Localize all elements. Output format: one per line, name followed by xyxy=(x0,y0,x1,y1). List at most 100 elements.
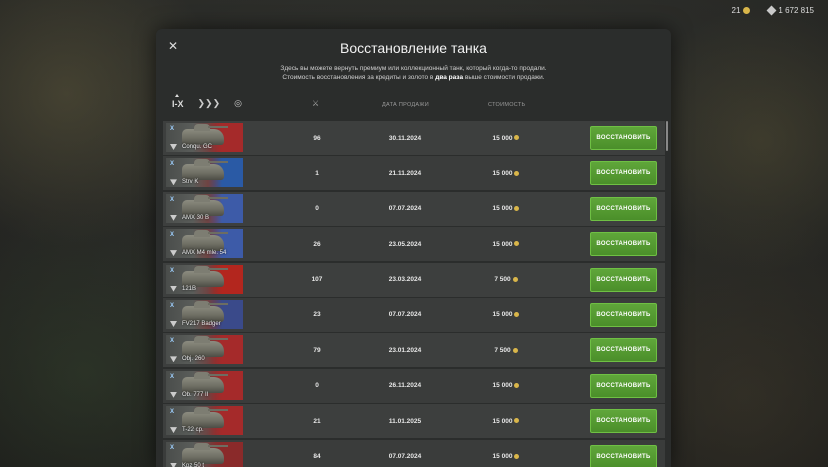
tier-label: X xyxy=(170,161,175,168)
tank-row: X Ob. 777 II 0 26.11.2024 15 000 ВОССТАН… xyxy=(163,368,665,403)
sale-date: 23.03.2024 xyxy=(388,276,422,284)
tank-row: X Conqu. GC 96 30.11.2024 15 000 ВОССТАН… xyxy=(163,121,665,155)
tank-icon xyxy=(182,265,228,287)
filter-bar: I-X ❯❯❯ ◎ xyxy=(172,93,242,109)
tier-label: X xyxy=(170,409,175,416)
tank-thumbnail: X Strv K xyxy=(166,158,243,188)
gold-amount: 21 xyxy=(731,6,741,15)
tank-row: X AMX M4 mle. 54 26 23.05.2024 15 000 ВО… xyxy=(163,227,665,262)
dialog-description: Здесь вы можете вернуть премиум или колл… xyxy=(156,64,671,82)
restore-button[interactable]: ВОССТАНОВИТЬ xyxy=(590,444,657,467)
sale-date: 23.05.2024 xyxy=(388,240,422,248)
credits-balance: 1 672 815 xyxy=(766,5,814,16)
sale-date: 23.01.2024 xyxy=(388,346,422,354)
sale-date: 11.01.2025 xyxy=(388,417,422,425)
restore-cost: 15 000 xyxy=(481,453,531,460)
tank-thumbnail: X Ob. 777 II xyxy=(166,370,243,400)
credits-amount: 1 672 815 xyxy=(778,6,814,15)
tank-row: X AMX 30 B 0 07.07.2024 15 000 ВОССТАНОВ… xyxy=(163,191,665,226)
tank-class-icon xyxy=(170,320,177,327)
restore-cost: 15 000 xyxy=(481,382,531,389)
credits-coin-icon xyxy=(514,135,520,141)
battles-count: 0 xyxy=(315,205,319,213)
column-date[interactable]: ДАТА ПРОДАЖИ xyxy=(382,102,429,108)
tank-thumbnail: X Conqu. GC xyxy=(166,123,243,152)
tier-label: X xyxy=(170,444,175,451)
tank-thumbnail: X AMX 30 B xyxy=(166,193,243,223)
restore-cost: 7 500 xyxy=(481,347,531,354)
tier-label: X xyxy=(170,196,175,203)
tier-label: X xyxy=(170,302,175,309)
tank-class-icon xyxy=(170,144,177,150)
tier-label: X xyxy=(170,338,175,345)
credits-coin-icon xyxy=(514,418,520,424)
credits-coin-icon xyxy=(514,383,520,389)
tank-name: AMX M4 mle. 54 xyxy=(182,250,227,257)
restore-cost: 15 000 xyxy=(481,135,531,142)
restore-tank-dialog: ✕ Восстановление танка Здесь вы можете в… xyxy=(156,29,671,467)
credits-coin-icon xyxy=(514,453,520,459)
column-cost[interactable]: СТОИМОСТЬ xyxy=(488,102,525,108)
battles-count: 0 xyxy=(315,382,319,390)
sale-date: 07.07.2024 xyxy=(388,453,422,461)
gold-icon xyxy=(743,7,751,14)
tier-label: X xyxy=(170,232,175,239)
tank-name: Conqu. GC xyxy=(182,144,213,150)
tank-name: Strv K xyxy=(182,179,199,186)
tank-list: X Conqu. GC 96 30.11.2024 15 000 ВОССТАН… xyxy=(163,121,665,467)
tank-thumbnail: X 121B xyxy=(166,264,243,294)
tank-thumbnail: X Obj. 260 xyxy=(166,335,243,365)
tank-name: T-22 ср. xyxy=(182,427,204,434)
tank-row: X Strv K 1 21.11.2024 15 000 ВОССТАНОВИТ… xyxy=(163,156,665,191)
tank-thumbnail: X Kpz 50 t xyxy=(166,441,243,467)
restore-cost: 15 000 xyxy=(481,205,531,212)
tank-icon xyxy=(182,194,228,216)
tank-icon xyxy=(182,230,228,252)
tank-row: X T-22 ср. 21 11.01.2025 15 000 ВОССТАНО… xyxy=(163,404,665,439)
sale-date: 30.11.2024 xyxy=(388,134,422,142)
credits-coin-icon xyxy=(514,312,520,318)
tank-icon xyxy=(182,159,228,181)
filter-class-icon[interactable]: ❯❯❯ xyxy=(198,98,221,109)
tank-icon xyxy=(182,124,228,145)
battles-count: 1 xyxy=(315,169,319,177)
restore-button[interactable]: ВОССТАНОВИТЬ xyxy=(590,267,657,292)
restore-button[interactable]: ВОССТАНОВИТЬ xyxy=(590,126,657,150)
tank-icon xyxy=(182,442,228,464)
scrollbar[interactable] xyxy=(666,121,668,151)
restore-button[interactable]: ВОССТАНОВИТЬ xyxy=(590,373,657,398)
tier-label: X xyxy=(170,126,175,132)
tank-name: Kpz 50 t xyxy=(182,462,205,467)
restore-cost: 7 500 xyxy=(481,276,531,283)
restore-button[interactable]: ВОССТАНОВИТЬ xyxy=(590,302,657,327)
restore-button[interactable]: ВОССТАНОВИТЬ xyxy=(590,338,657,363)
tank-name: Ob. 777 II xyxy=(182,391,209,398)
tank-class-icon xyxy=(170,391,177,398)
tier-label: X xyxy=(170,373,175,380)
credits-coin-icon xyxy=(514,206,520,212)
restore-button[interactable]: ВОССТАНОВИТЬ xyxy=(590,409,657,434)
credits-coin-icon xyxy=(514,170,520,176)
restore-button[interactable]: ВОССТАНОВИТЬ xyxy=(590,161,657,186)
battles-column-icon[interactable]: ⚔ xyxy=(312,99,319,108)
tank-class-icon xyxy=(170,462,177,467)
tank-name: Obj. 260 xyxy=(182,356,205,363)
battles-count: 96 xyxy=(313,134,321,142)
description-line-2: Стоимость восстановления за кредиты и зо… xyxy=(282,74,545,81)
filter-nation-icon[interactable]: ◎ xyxy=(234,98,242,109)
tank-name: AMX 30 B xyxy=(182,214,210,221)
sale-date: 07.07.2024 xyxy=(388,311,422,319)
tank-class-icon xyxy=(170,250,177,257)
tank-row: X 121B 107 23.03.2024 7 500 ВОССТАНОВИТЬ xyxy=(163,262,665,297)
restore-cost: 15 000 xyxy=(481,170,531,177)
currency-bar: 21 1 672 815 xyxy=(731,5,814,16)
tank-class-icon xyxy=(170,285,177,292)
restore-button[interactable]: ВОССТАНОВИТЬ xyxy=(590,196,657,221)
restore-button[interactable]: ВОССТАНОВИТЬ xyxy=(590,232,657,257)
battles-count: 21 xyxy=(313,417,321,425)
tank-thumbnail: X T-22 ср. xyxy=(166,406,243,436)
restore-cost: 15 000 xyxy=(481,311,531,318)
battles-count: 79 xyxy=(313,346,321,354)
filter-tier[interactable]: I-X xyxy=(172,93,184,109)
tank-thumbnail: X AMX M4 mle. 54 xyxy=(166,229,243,259)
